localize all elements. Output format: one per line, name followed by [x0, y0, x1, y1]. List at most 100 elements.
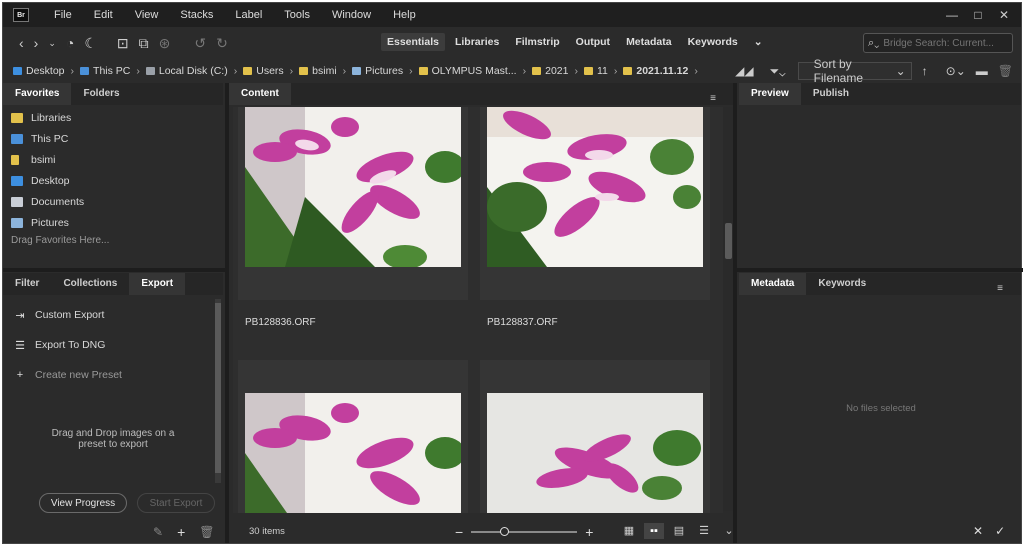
quality-icon[interactable]: ◢◢: [735, 64, 753, 78]
export-scrollbar-thumb[interactable]: [215, 303, 221, 473]
menu-edit[interactable]: Edit: [83, 9, 124, 21]
favorites-list: Libraries This PC bsimi Desktop Document…: [11, 107, 221, 246]
recent-icon[interactable]: ◔: [66, 35, 74, 51]
crumb-users[interactable]: Users: [256, 65, 283, 77]
favorite-this-pc[interactable]: This PC: [11, 128, 221, 149]
close-button[interactable]: ✕: [991, 8, 1017, 22]
add-icon[interactable]: +: [177, 524, 185, 540]
search-box[interactable]: ⌕⌄: [863, 33, 1013, 53]
create-preset[interactable]: + Create new Preset: [13, 360, 213, 390]
workspace-essentials[interactable]: Essentials: [381, 33, 445, 51]
menu-stacks[interactable]: Stacks: [169, 9, 224, 21]
crumb-pictures[interactable]: Pictures: [365, 65, 403, 77]
thumbnail-image[interactable]: [245, 107, 461, 267]
tab-folders[interactable]: Folders: [71, 83, 131, 105]
panel-menu-icon[interactable]: ≡: [985, 278, 1015, 300]
favorite-libraries[interactable]: Libraries: [11, 107, 221, 128]
workspace-output[interactable]: Output: [570, 33, 616, 51]
desktop-folder-icon: [13, 67, 22, 75]
sort-dropdown[interactable]: Sort by Filename ⌄: [797, 57, 912, 85]
search-input[interactable]: [883, 37, 994, 49]
menu-file[interactable]: File: [43, 9, 83, 21]
maximize-button[interactable]: □: [965, 8, 991, 22]
view-progress-button[interactable]: View Progress: [39, 493, 127, 513]
trash-icon[interactable]: 🗑: [199, 525, 214, 539]
thumbnail-cell[interactable]: PB128837.ORF: [480, 107, 710, 328]
tab-metadata[interactable]: Metadata: [739, 273, 807, 295]
tab-preview[interactable]: Preview: [739, 83, 801, 105]
content-scrollbar-track[interactable]: [723, 107, 733, 511]
crumb-olympus[interactable]: OLYMPUS Mast...: [432, 65, 517, 77]
rotate-right-icon[interactable]: ↻: [216, 35, 228, 52]
details-view-icon[interactable]: ▤: [669, 523, 689, 539]
thumbnail-cell[interactable]: [480, 360, 710, 513]
list-view-icon[interactable]: ☰: [694, 523, 714, 539]
minimize-button[interactable]: —: [939, 8, 965, 22]
menu-tools[interactable]: Tools: [273, 9, 321, 21]
zoom-out-icon[interactable]: −: [455, 524, 463, 540]
start-export-button[interactable]: Start Export: [137, 493, 215, 513]
zoom-in-icon[interactable]: +: [585, 524, 593, 540]
crumb-local-disk[interactable]: Local Disk (C:): [159, 65, 228, 77]
workspace-metadata[interactable]: Metadata: [620, 33, 678, 51]
favorite-bsimi[interactable]: bsimi: [11, 149, 221, 170]
thumbnail-image[interactable]: [487, 393, 703, 513]
creative-cloud-icon[interactable]: ⊛: [159, 35, 171, 52]
refine-icon[interactable]: ⧉: [139, 35, 149, 52]
tab-export[interactable]: Export: [129, 273, 186, 295]
crumb-current[interactable]: 2021.11.12: [636, 65, 688, 77]
filter-icon[interactable]: ⏷⌄: [770, 64, 786, 79]
view-modes: ▦ ▪▪ ▤ ☰ ⌄: [619, 523, 744, 539]
left-splitter[interactable]: [225, 83, 229, 543]
left-panel-divider[interactable]: [3, 268, 225, 272]
workspace-libraries[interactable]: Libraries: [449, 33, 505, 51]
sort-ascending-icon[interactable]: ↑: [922, 64, 928, 78]
favorite-pictures[interactable]: Pictures: [11, 212, 221, 233]
cancel-icon[interactable]: ✕: [973, 524, 983, 538]
workspace-filmstrip[interactable]: Filmstrip: [509, 33, 565, 51]
workspace-more-icon[interactable]: ⌄: [748, 33, 769, 51]
tab-favorites[interactable]: Favorites: [3, 83, 72, 105]
new-folder-icon[interactable]: ▬: [976, 64, 988, 78]
delete-icon[interactable]: 🗑: [998, 64, 1013, 78]
menu-help[interactable]: Help: [382, 9, 427, 21]
rotate-left-icon[interactable]: ↺: [194, 35, 206, 52]
preset-custom-export[interactable]: ⇥ Custom Export: [13, 300, 213, 330]
crumb-11[interactable]: 11: [597, 65, 608, 77]
tab-keywords[interactable]: Keywords: [806, 273, 878, 295]
thumbnail-view-icon[interactable]: ▪▪: [644, 523, 664, 539]
thumbnail-image[interactable]: [487, 107, 703, 267]
right-splitter[interactable]: [733, 83, 737, 543]
zoom-slider[interactable]: [471, 527, 578, 536]
crumb-2021[interactable]: 2021: [545, 65, 568, 77]
tab-filter[interactable]: Filter: [3, 273, 51, 295]
grid-lock-icon[interactable]: ▦: [619, 523, 639, 539]
tab-publish[interactable]: Publish: [801, 83, 861, 105]
workspace-keywords[interactable]: Keywords: [682, 33, 744, 51]
chevron-down-icon[interactable]: ⌄: [48, 38, 56, 49]
back-icon[interactable]: ‹: [19, 35, 24, 51]
edit-icon[interactable]: ✎: [153, 525, 163, 539]
menu-window[interactable]: Window: [321, 9, 382, 21]
crumb-this-pc[interactable]: This PC: [93, 65, 130, 77]
favorite-desktop[interactable]: Desktop: [11, 170, 221, 191]
thumbnail-cell[interactable]: PB128836.ORF: [238, 107, 468, 328]
favorite-documents[interactable]: Documents: [11, 191, 221, 212]
boomerang-icon[interactable]: ☾: [84, 35, 97, 52]
forward-icon[interactable]: ›: [34, 35, 39, 51]
apply-icon[interactable]: ✓: [995, 524, 1005, 538]
crumb-desktop[interactable]: Desktop: [26, 65, 65, 77]
open-recent-icon[interactable]: ⊙⌄: [946, 64, 966, 78]
thumbnail-image[interactable]: [245, 393, 461, 513]
content-scrollbar-thumb[interactable]: [725, 223, 732, 259]
menu-view[interactable]: View: [124, 9, 170, 21]
camera-icon[interactable]: ⊡: [117, 35, 129, 52]
crumb-bsimi[interactable]: bsimi: [312, 65, 337, 77]
menu-label[interactable]: Label: [224, 9, 273, 21]
right-panel-divider[interactable]: [737, 268, 1023, 272]
tab-collections[interactable]: Collections: [51, 273, 129, 295]
thumbnail-cell[interactable]: [238, 360, 468, 513]
tab-content[interactable]: Content: [229, 83, 291, 105]
preset-export-dng[interactable]: ☰ Export To DNG: [13, 330, 213, 360]
zoom-slider-knob[interactable]: [500, 527, 510, 536]
